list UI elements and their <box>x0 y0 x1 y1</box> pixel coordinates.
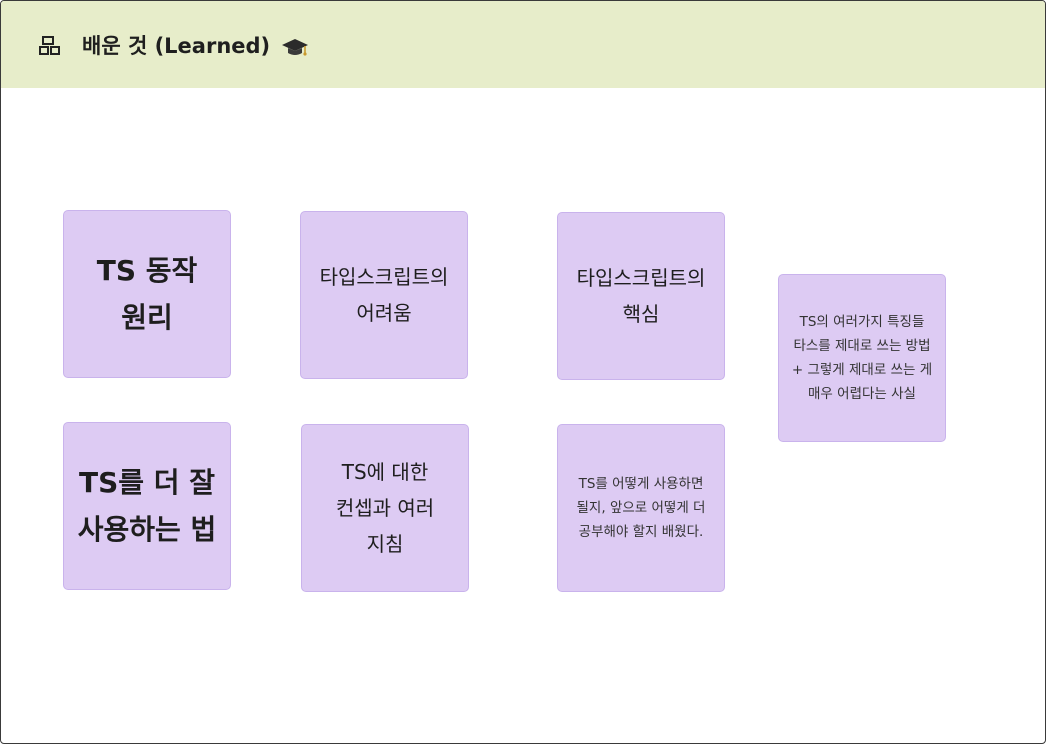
sticky-note-text: TS의 여러가지 특징들 타스를 제대로 쓰는 방법 + 그렇게 제대로 쓰는 … <box>791 314 933 402</box>
board-frame: 배운 것 (Learned) TS 동작 원리 타입스크립트의 어려움 타입스크… <box>0 0 1046 744</box>
sticky-note[interactable]: TS의 여러가지 특징들 타스를 제대로 쓰는 방법 + 그렇게 제대로 쓰는 … <box>778 274 946 442</box>
sticky-note[interactable]: TS를 더 잘 사용하는 법 <box>63 422 231 590</box>
sticky-note[interactable]: TS를 어떻게 사용하면 될지, 앞으로 어떻게 더 공부해야 할지 배웠다. <box>557 424 725 592</box>
sticky-note[interactable]: 타입스크립트의 어려움 <box>300 211 468 379</box>
graduation-cap-icon <box>282 39 308 56</box>
sticky-note-text: TS에 대한 컨셉과 여러 지침 <box>335 460 435 556</box>
sticky-note-text: TS를 더 잘 사용하는 법 <box>77 466 217 546</box>
sticky-note-text: TS 동작 원리 <box>96 254 198 334</box>
sticky-note[interactable]: 타입스크립트의 핵심 <box>557 212 725 380</box>
sticky-note-text: 타입스크립트의 핵심 <box>576 266 706 326</box>
section-header: 배운 것 (Learned) <box>1 1 1045 88</box>
sticky-note[interactable]: TS 동작 원리 <box>63 210 231 378</box>
panel-icon <box>39 36 60 55</box>
sticky-note-text: 타입스크립트의 어려움 <box>319 265 449 325</box>
section-title: 배운 것 (Learned) <box>82 34 271 58</box>
sticky-note-text: TS를 어떻게 사용하면 될지, 앞으로 어떻게 더 공부해야 할지 배웠다. <box>576 476 706 540</box>
sticky-note[interactable]: TS에 대한 컨셉과 여러 지침 <box>301 424 469 592</box>
